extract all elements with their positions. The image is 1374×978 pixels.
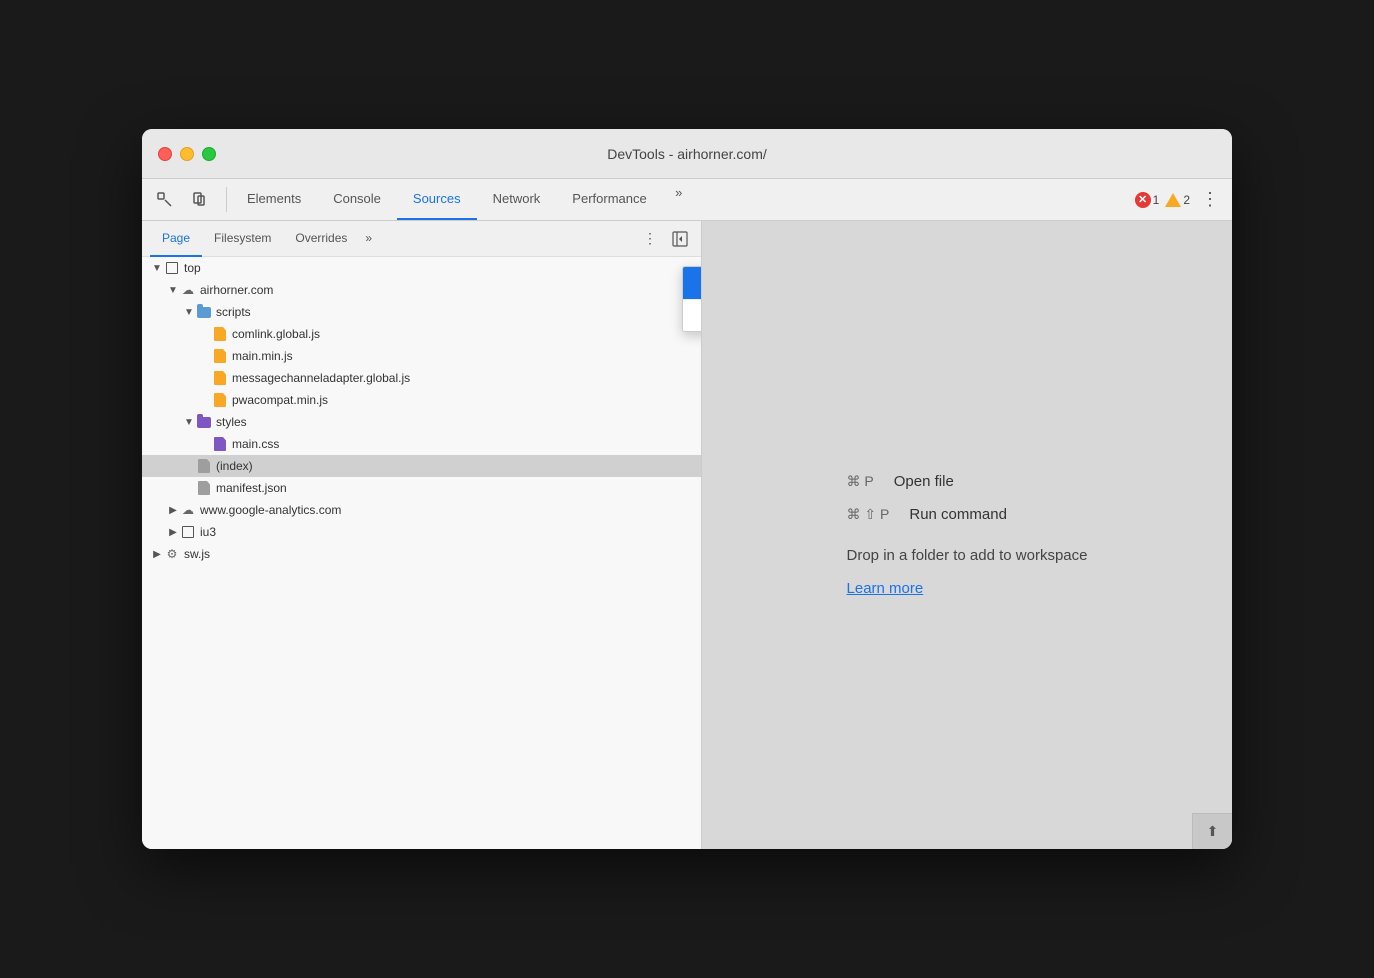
shortcut-row-open-file: ⌘ P Open file — [847, 473, 954, 490]
folder-blue-icon — [196, 304, 212, 320]
sidebar-toggle-button[interactable] — [667, 226, 693, 252]
tree-item-sw[interactable]: ▶ ⚙ sw.js — [142, 543, 701, 565]
subtab-overrides[interactable]: Overrides — [283, 221, 359, 257]
tree-item-scripts[interactable]: ▼ scripts — [142, 301, 701, 323]
context-menu-group-by-folder[interactable]: ✓ Group by folder — [683, 267, 702, 299]
tree-item-comlink[interactable]: ▼ comlink.global.js — [142, 323, 701, 345]
subtab-filesystem[interactable]: Filesystem — [202, 221, 283, 257]
error-badge: ✕ 1 — [1135, 192, 1160, 208]
more-options-button[interactable]: ⋮ — [637, 226, 663, 252]
title-bar: DevTools - airhorner.com/ — [142, 129, 1232, 179]
traffic-lights — [158, 147, 216, 161]
tree-arrow-top: ▼ — [150, 261, 164, 275]
context-menu-open-file[interactable]: Open file ⌘ P — [683, 300, 702, 331]
file-yellow-icon-4 — [212, 392, 228, 408]
maximize-button[interactable] — [202, 147, 216, 161]
file-yellow-icon — [212, 326, 228, 342]
folder-purple-icon — [196, 414, 212, 430]
main-content: Page Filesystem Overrides » ⋮ — [142, 221, 1232, 849]
shortcut-row-run-command: ⌘ ⇧ P Run command — [847, 506, 1007, 523]
tree-item-top[interactable]: ▼ top — [142, 257, 701, 279]
inspect-button[interactable] — [150, 185, 180, 215]
cloud-icon: ☁ — [180, 282, 196, 298]
kebab-menu-button[interactable]: ⋮ — [1196, 186, 1224, 214]
window-title: DevTools - airhorner.com/ — [607, 146, 767, 162]
minimize-button[interactable] — [180, 147, 194, 161]
square-icon — [164, 260, 180, 276]
tab-performance[interactable]: Performance — [556, 179, 662, 220]
close-button[interactable] — [158, 147, 172, 161]
tab-console[interactable]: Console — [317, 179, 397, 220]
workspace-text: Drop in a folder to add to workspace — [847, 547, 1088, 564]
square-icon-2 — [180, 524, 196, 540]
tree-item-manifest[interactable]: ▼ manifest.json — [142, 477, 701, 499]
warning-icon — [1165, 193, 1181, 207]
upload-icon: ⬆ — [1207, 823, 1219, 840]
subtab-more[interactable]: » — [359, 221, 378, 257]
error-icon: ✕ — [1135, 192, 1151, 208]
subtab-page[interactable]: Page — [150, 221, 202, 257]
file-tree: ▼ top ▼ ☁ airhorner.com ▼ — [142, 257, 701, 849]
file-yellow-icon-3 — [212, 370, 228, 386]
learn-more-link[interactable]: Learn more — [847, 580, 924, 597]
tab-more[interactable]: » — [663, 179, 695, 207]
file-gray-icon — [196, 458, 212, 474]
tree-arrow-scripts: ▼ — [182, 305, 196, 319]
tab-bar-right: ✕ 1 2 ⋮ — [1135, 179, 1224, 220]
device-toolbar-button[interactable] — [184, 185, 214, 215]
tree-item-iu3[interactable]: ▶ iu3 — [142, 521, 701, 543]
devtools-window: DevTools - airhorner.com/ Elements Conso — [142, 129, 1232, 849]
gear-icon: ⚙ — [164, 546, 180, 562]
right-panel-content: ⌘ P Open file ⌘ ⇧ P Run command Drop in … — [807, 453, 1128, 617]
sub-tab-actions: ⋮ — [637, 226, 693, 252]
tree-item-messagechannel[interactable]: ▼ messagechanneladapter.global.js — [142, 367, 701, 389]
tab-elements[interactable]: Elements — [231, 179, 317, 220]
tab-divider — [226, 187, 227, 212]
left-panel: Page Filesystem Overrides » ⋮ — [142, 221, 702, 849]
open-file-shortcut: ⌘ P — [847, 473, 874, 490]
tree-item-google-analytics[interactable]: ▶ ☁ www.google-analytics.com — [142, 499, 701, 521]
cloud-icon-2: ☁ — [180, 502, 196, 518]
bottom-bar: ⬆ — [1192, 813, 1232, 849]
tree-item-styles[interactable]: ▼ styles — [142, 411, 701, 433]
tab-sources[interactable]: Sources — [397, 179, 477, 220]
right-panel: ⌘ P Open file ⌘ ⇧ P Run command Drop in … — [702, 221, 1232, 849]
context-menu: ✓ Group by folder Open file ⌘ P — [682, 266, 702, 332]
warning-badge: 2 — [1165, 193, 1190, 207]
file-gray-icon-2 — [196, 480, 212, 496]
tree-item-airhorner[interactable]: ▼ ☁ airhorner.com — [142, 279, 701, 301]
tree-item-index[interactable]: ▼ (index) — [142, 455, 701, 477]
run-command-shortcut: ⌘ ⇧ P — [847, 506, 890, 523]
tree-item-main-min[interactable]: ▼ main.min.js — [142, 345, 701, 367]
tab-network[interactable]: Network — [477, 179, 557, 220]
file-yellow-icon-2 — [212, 348, 228, 364]
toolbar-icons — [150, 179, 214, 220]
tab-bar: Elements Console Sources Network Perform… — [142, 179, 1232, 221]
tree-item-pwacompat[interactable]: ▼ pwacompat.min.js — [142, 389, 701, 411]
tree-arrow-airhorner: ▼ — [166, 283, 180, 297]
sub-tab-bar: Page Filesystem Overrides » ⋮ — [142, 221, 701, 257]
tree-item-main-css[interactable]: ▼ main.css — [142, 433, 701, 455]
file-purple-icon — [212, 436, 228, 452]
